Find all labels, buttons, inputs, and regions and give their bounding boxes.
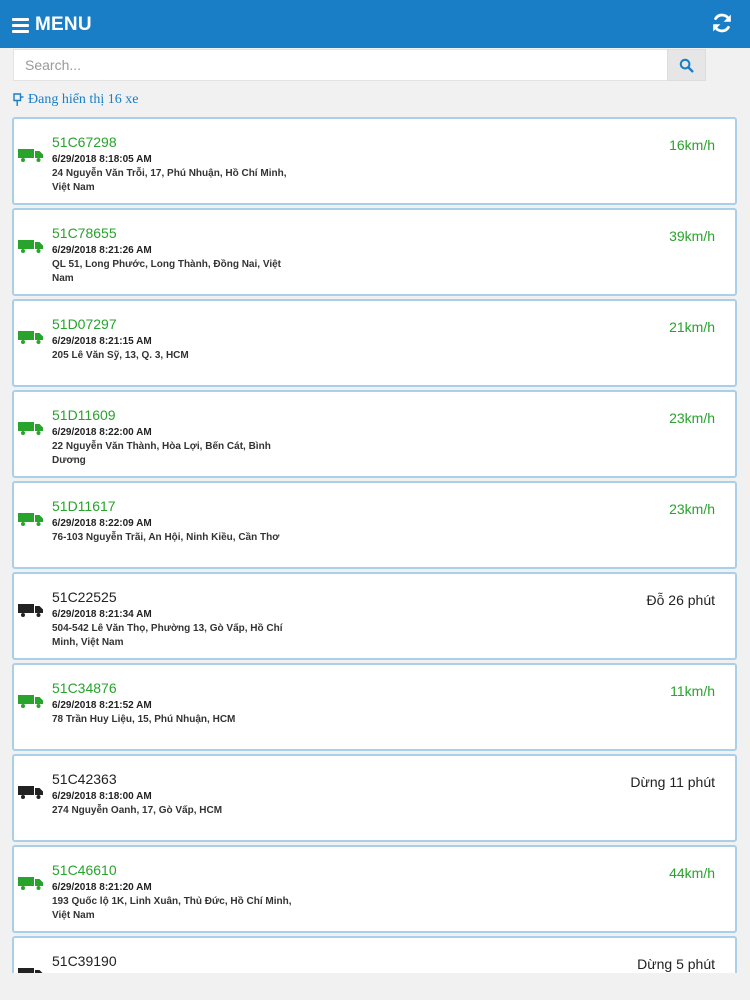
- hamburger-icon: [12, 17, 29, 33]
- truck-icon: [18, 422, 43, 435]
- vehicle-time: 6/29/2018 8:22:09 AM: [52, 518, 152, 529]
- bottom-bar: [0, 973, 750, 1000]
- vehicle-card[interactable]: 51C67298 6/29/2018 8:18:05 AM 24 Nguyễn …: [12, 117, 737, 205]
- vehicle-time: 6/29/2018 8:21:34 AM: [52, 609, 152, 620]
- vehicle-address: QL 51, Long Phước, Long Thành, Đồng Nai,…: [52, 259, 281, 284]
- vehicle-plate: 51D11617: [52, 498, 116, 514]
- vehicle-status: Dừng 5 phút: [637, 956, 715, 972]
- vehicle-status: 23km/h: [669, 501, 715, 517]
- vehicle-card[interactable]: 51C39190 Dừng 5 phút: [12, 936, 737, 973]
- vehicle-time: 6/29/2018 8:21:15 AM: [52, 336, 152, 347]
- vehicle-status: 11km/h: [670, 683, 715, 699]
- search-button[interactable]: [667, 49, 706, 81]
- truck-icon: [18, 331, 43, 344]
- search-bar: [13, 49, 706, 81]
- search-icon: [679, 58, 694, 73]
- menu-button[interactable]: MENU: [12, 12, 92, 38]
- vehicle-address: 76-103 Nguyễn Trãi, An Hội, Ninh Kiều, C…: [52, 532, 280, 543]
- truck-icon: [18, 695, 43, 708]
- vehicle-list: 51C67298 6/29/2018 8:18:05 AM 24 Nguyễn …: [12, 117, 737, 973]
- vehicle-plate: 51C46610: [52, 862, 117, 878]
- vehicle-status: Đỗ 26 phút: [646, 592, 716, 608]
- vehicle-time: 6/29/2018 8:21:52 AM: [52, 700, 152, 711]
- vehicle-card[interactable]: 51D07297 6/29/2018 8:21:15 AM 205 Lê Văn…: [12, 299, 737, 387]
- menu-label: MENU: [35, 14, 92, 35]
- vehicle-plate: 51C22525: [52, 589, 117, 605]
- vehicle-status: 16km/h: [669, 137, 715, 153]
- vehicle-address: 193 Quốc lộ 1K, Linh Xuân, Thủ Đức, Hồ C…: [52, 896, 292, 921]
- vehicle-status: Dừng 11 phút: [630, 774, 715, 790]
- vehicle-time: 6/29/2018 8:18:05 AM: [52, 154, 152, 165]
- truck-icon: [18, 513, 43, 526]
- vehicle-address: 78 Trần Huy Liệu, 15, Phú Nhuận, HCM: [52, 714, 236, 725]
- refresh-icon[interactable]: [710, 11, 734, 35]
- vehicle-card[interactable]: 51C42363 6/29/2018 8:18:00 AM 274 Nguyễn…: [12, 754, 737, 842]
- truck-icon: [18, 149, 43, 162]
- pin-icon: [13, 93, 24, 106]
- app-header: MENU: [0, 0, 750, 48]
- vehicle-status: 23km/h: [669, 410, 715, 426]
- vehicle-time: 6/29/2018 8:22:00 AM: [52, 427, 152, 438]
- vehicle-count-text: Đang hiển thị 16 xe: [28, 92, 139, 107]
- search-input[interactable]: [13, 49, 667, 81]
- vehicle-time: 6/29/2018 8:21:26 AM: [52, 245, 152, 256]
- vehicle-plate: 51D07297: [52, 316, 117, 332]
- vehicle-status: 44km/h: [669, 865, 715, 881]
- vehicle-time: 6/29/2018 8:18:00 AM: [52, 791, 152, 802]
- vehicle-address: 274 Nguyễn Oanh, 17, Gò Vấp, HCM: [52, 805, 223, 816]
- vehicle-card[interactable]: 51D11609 6/29/2018 8:22:00 AM 22 Nguyễn …: [12, 390, 737, 478]
- vehicle-address: 504-542 Lê Văn Thọ, Phường 13, Gò Vấp, H…: [52, 623, 283, 648]
- vehicle-plate: 51C67298: [52, 134, 117, 150]
- vehicle-card[interactable]: 51C22525 6/29/2018 8:21:34 AM 504-542 Lê…: [12, 572, 737, 660]
- vehicle-status: 39km/h: [669, 228, 715, 244]
- vehicle-plate: 51C78655: [52, 225, 117, 241]
- vehicle-address: 22 Nguyễn Văn Thành, Hòa Lợi, Bến Cát, B…: [52, 441, 271, 466]
- vehicle-plate: 51C42363: [52, 771, 117, 787]
- truck-icon: [18, 877, 43, 890]
- vehicle-card[interactable]: 51D11617 6/29/2018 8:22:09 AM 76-103 Ngu…: [12, 481, 737, 569]
- vehicle-address: 24 Nguyễn Văn Trỗi, 17, Phú Nhuận, Hồ Ch…: [52, 168, 287, 193]
- vehicle-card[interactable]: 51C34876 6/29/2018 8:21:52 AM 78 Trần Hu…: [12, 663, 737, 751]
- vehicle-card[interactable]: 51C78655 6/29/2018 8:21:26 AM QL 51, Lon…: [12, 208, 737, 296]
- vehicle-card[interactable]: 51C46610 6/29/2018 8:21:20 AM 193 Quốc l…: [12, 845, 737, 933]
- truck-icon: [18, 604, 43, 617]
- truck-icon: [18, 240, 43, 253]
- vehicle-plate: 51C39190: [52, 953, 117, 969]
- vehicle-plate: 51C34876: [52, 680, 117, 696]
- vehicle-address: 205 Lê Văn Sỹ, 13, Q. 3, HCM: [52, 350, 189, 361]
- vehicle-count: Đang hiển thị 16 xe: [12, 91, 138, 109]
- vehicle-status: 21km/h: [669, 319, 715, 335]
- vehicle-plate: 51D11609: [52, 407, 116, 423]
- truck-icon: [18, 786, 43, 799]
- vehicle-time: 6/29/2018 8:21:20 AM: [52, 882, 152, 893]
